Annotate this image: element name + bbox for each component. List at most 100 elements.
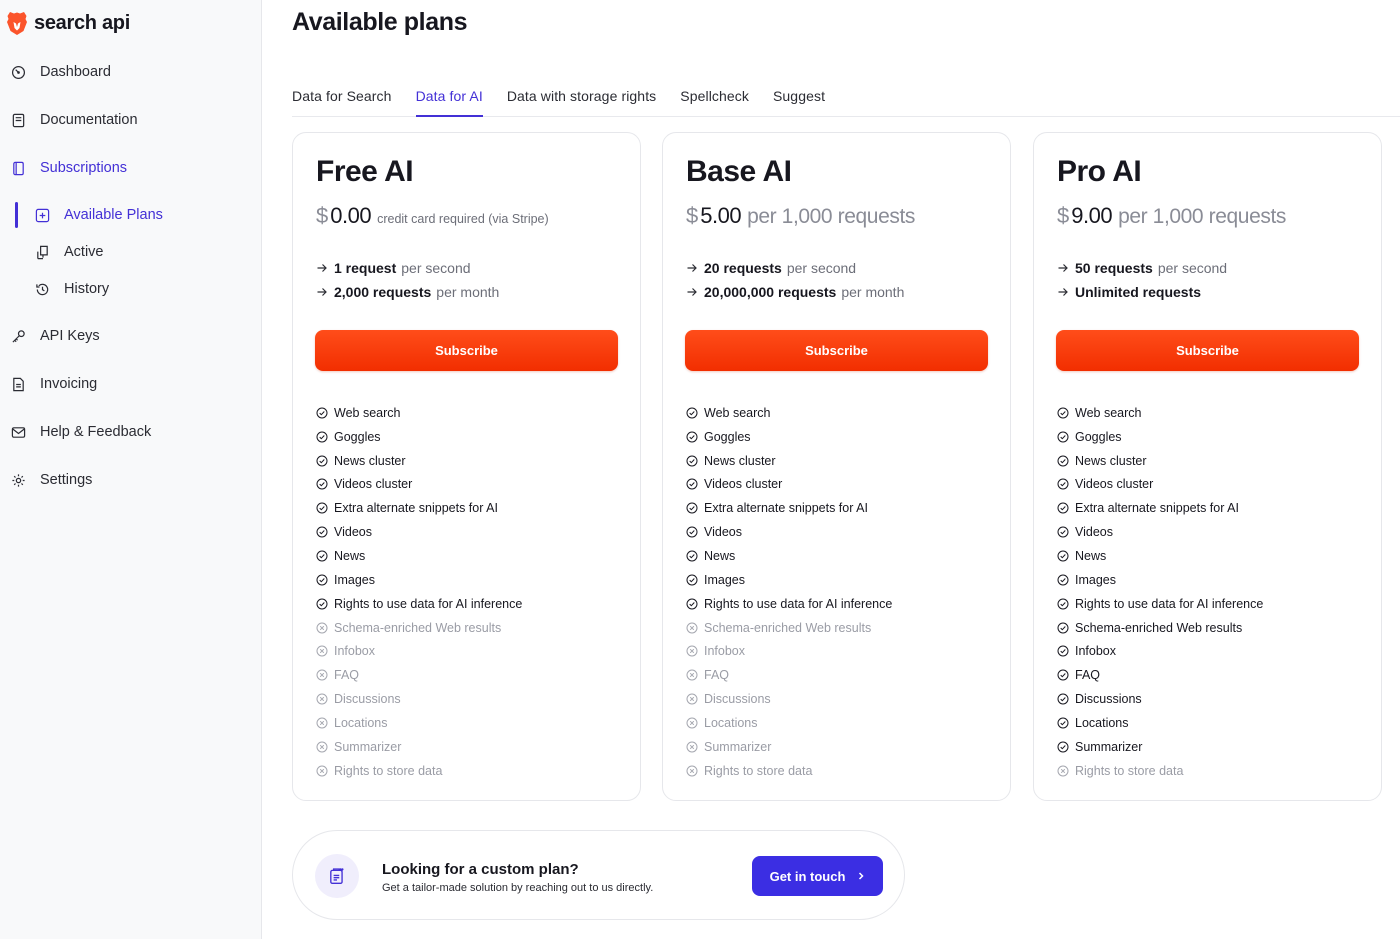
check-circle-icon [686,431,698,443]
sidebar-item-api-keys[interactable]: API Keys [10,324,100,348]
feature-label: Discussions [704,692,771,707]
check-circle-icon [316,407,328,419]
check-circle-icon [1057,455,1069,467]
card-icon [10,160,26,176]
feature-label: Locations [1075,715,1129,730]
check-circle-icon [1057,526,1069,538]
tab-data-for-search[interactable]: Data for Search [292,86,392,117]
plan-price: $ 5.00 per 1,000 requests [686,203,915,229]
price-currency: $ [1057,203,1070,228]
feature-item: Locations [316,711,522,735]
sidebar-item-help-feedback[interactable]: Help & Feedback [10,420,151,444]
price-amount: 9.00 [1071,203,1113,228]
subscribe-button[interactable]: Subscribe [315,330,618,371]
x-circle-icon [686,669,698,681]
limit-value: 2,000 requests [334,284,432,300]
feature-label: Rights to store data [334,763,443,778]
check-circle-icon [686,550,698,562]
feature-item: Infobox [316,639,522,663]
feature-item: Goggles [316,425,522,449]
feature-item: Infobox [1057,639,1263,663]
feature-item: News [316,544,522,568]
subscribe-button[interactable]: Subscribe [685,330,988,371]
check-circle-icon [316,574,328,586]
feature-label: Web search [1075,405,1142,420]
sidebar-item-documentation[interactable]: Documentation [10,108,138,132]
arrow-right-icon [1057,262,1069,274]
feature-item: Summarizer [1057,735,1263,759]
feature-label: Rights to use data for AI inference [334,596,523,611]
subscribe-button[interactable]: Subscribe [1056,330,1359,371]
check-circle-icon [686,574,698,586]
plan-card-pro-ai: Pro AI $ 9.00 per 1,000 requests 50 requ… [1033,132,1382,801]
feature-label: Rights to use data for AI inference [704,596,893,611]
check-circle-icon [316,550,328,562]
mail-icon [10,424,26,440]
feature-item: Schema-enriched Web results [1057,616,1263,640]
check-circle-icon [1057,693,1069,705]
tab-data-with-storage-rights[interactable]: Data with storage rights [507,86,656,117]
feature-item: Discussions [1057,687,1263,711]
sidebar-item-label: Help & Feedback [40,424,152,440]
active-indicator [15,202,18,228]
feature-item: Rights to store data [686,759,892,783]
x-circle-icon [686,717,698,729]
feature-item: Infobox [686,639,892,663]
feature-item: Videos cluster [686,473,892,497]
feature-label: Locations [704,715,758,730]
feature-item: FAQ [686,663,892,687]
tab-data-for-ai[interactable]: Data for AI [415,86,483,117]
feature-item: Rights to store data [316,759,522,783]
feature-label: Videos cluster [334,477,413,492]
page-title: Available plans [292,8,468,36]
x-circle-icon [686,741,698,753]
feature-label: FAQ [334,668,360,683]
feature-item: Images [686,568,892,592]
check-circle-icon [686,526,698,538]
feature-item: Summarizer [316,735,522,759]
sidebar-item-label: Subscriptions [40,160,128,176]
sidebar-item-label: Dashboard [40,64,111,80]
feature-item: Discussions [686,687,892,711]
feature-label: Extra alternate snippets for AI [334,501,498,516]
price-amount: 5.00 [700,203,742,228]
sidebar-item-label: Documentation [40,112,138,128]
plan-name: Base AI [686,155,792,188]
sidebar-subitem-available-plans[interactable]: Available Plans [34,203,163,227]
tab-spellcheck[interactable]: Spellcheck [680,86,749,117]
sidebar-item-dashboard[interactable]: Dashboard [10,60,111,84]
sidebar-item-subscriptions[interactable]: Subscriptions [10,156,127,180]
feature-label: Schema-enriched Web results [1075,620,1243,635]
feature-label: Extra alternate snippets for AI [704,501,868,516]
feature-item: News [1057,544,1263,568]
plan-price: $ 0.00 credit card required (via Stripe) [316,203,549,229]
feature-label: FAQ [704,668,730,683]
feature-item: News cluster [316,449,522,473]
custom-plan-banner: Looking for a custom plan? Get a tailor-… [292,830,905,920]
get-in-touch-label: Get in touch [769,868,846,884]
plan-limit: 1 request per second [316,260,471,276]
get-in-touch-button[interactable]: Get in touch [752,856,883,896]
sidebar-subitem-active[interactable]: Active [34,240,104,264]
sidebar-item-label: API Keys [40,328,100,344]
plan-limit: 2,000 requests per month [316,284,499,300]
limit-unit: per second [401,260,471,276]
sidebar-item-invoicing[interactable]: Invoicing [10,372,97,396]
sidebar-item-settings[interactable]: Settings [10,468,92,492]
check-circle-icon [686,598,698,610]
x-circle-icon [316,717,328,729]
tab-suggest[interactable]: Suggest [773,86,825,117]
feature-label: Discussions [1075,692,1142,707]
logo[interactable]: search api [6,10,130,36]
plan-card-free-ai: Free AI $ 0.00 credit card required (via… [292,132,641,801]
feature-item: Locations [686,711,892,735]
feature-item: Rights to use data for AI inference [1057,592,1263,616]
feature-label: Infobox [704,644,746,659]
feature-label: News [334,548,366,563]
feature-label: Infobox [1075,644,1117,659]
sidebar-subitem-history[interactable]: History [34,277,109,301]
feature-label: News cluster [334,453,406,468]
book-icon [10,112,26,128]
x-circle-icon [316,765,328,777]
check-circle-icon [316,526,328,538]
